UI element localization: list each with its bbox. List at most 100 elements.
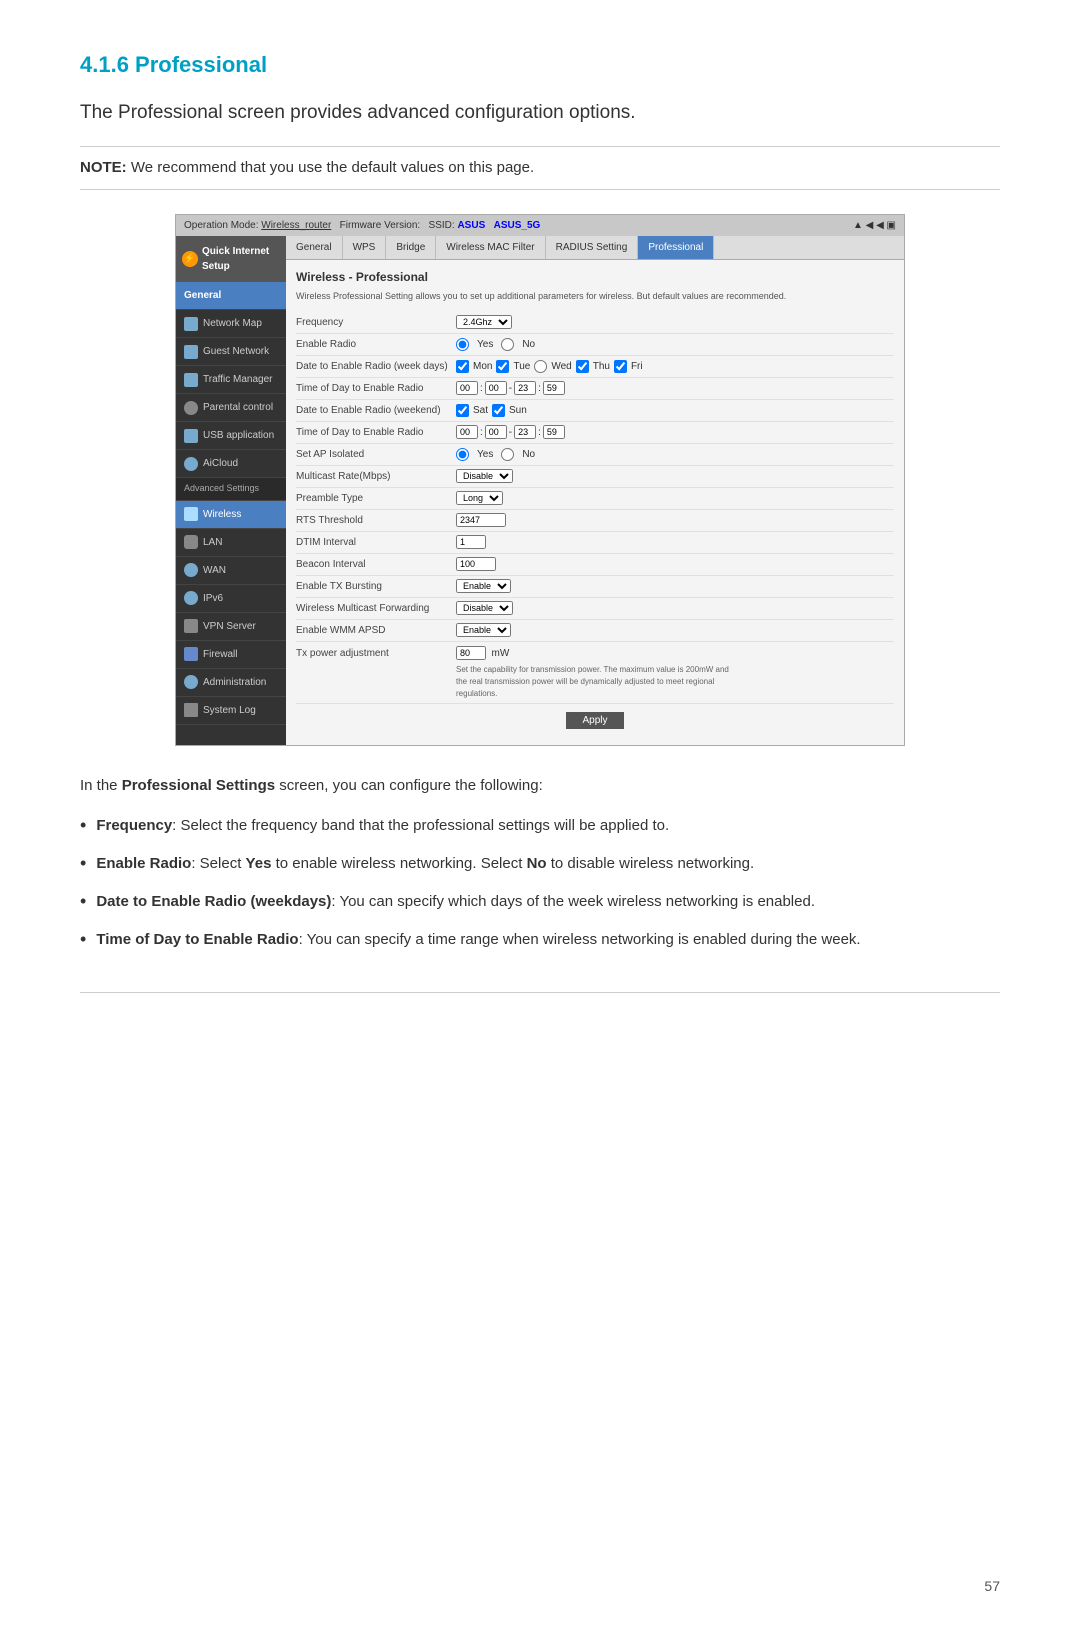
content-desc: Wireless Professional Setting allows you… [296, 290, 894, 304]
label-rts: RTS Threshold [296, 513, 456, 528]
api-yes[interactable] [456, 448, 469, 461]
wknd-start-m[interactable] [485, 425, 507, 439]
sidebar-item-wireless[interactable]: Wireless [176, 501, 286, 529]
list-item-time-of-day: • Time of Day to Enable Radio: You can s… [80, 928, 1000, 952]
cb-tue[interactable] [496, 360, 509, 373]
label-wmf: Wireless Multicast Forwarding [296, 601, 456, 616]
intro-text: The Professional screen provides advance… [80, 99, 1000, 128]
row-enable-radio: Enable Radio Yes No [296, 334, 894, 356]
value-time-weekend: : - : [456, 425, 565, 440]
sidebar-item-aicloud[interactable]: AiCloud [176, 450, 286, 478]
time-end-h[interactable] [514, 381, 536, 395]
bullet-dot-1: • [80, 816, 86, 834]
tab-radius[interactable]: RADIUS Setting [546, 236, 639, 259]
api-no[interactable] [501, 448, 514, 461]
value-tx-bursting[interactable]: Enable [456, 579, 511, 594]
label-dtim: DTIM Interval [296, 535, 456, 550]
beacon-input[interactable] [456, 557, 496, 571]
label-ap-isolated: Set AP Isolated [296, 447, 456, 462]
time-start-h[interactable] [456, 381, 478, 395]
label-weekend: Date to Enable Radio (weekend) [296, 403, 456, 418]
network-map-icon [184, 317, 198, 331]
wmm-select[interactable]: Enable [456, 623, 511, 637]
wmf-select[interactable]: Disable [456, 601, 513, 615]
value-dtim[interactable] [456, 535, 486, 550]
tab-professional[interactable]: Professional [638, 236, 714, 259]
value-preamble[interactable]: Long [456, 491, 503, 506]
value-multicast-rate[interactable]: Disable [456, 469, 513, 484]
sidebar-item-firewall[interactable]: Firewall [176, 641, 286, 669]
topbar-icons: ▲ ◀ ◀ ▣ [853, 218, 896, 233]
rb-wed[interactable] [534, 360, 547, 373]
wknd-end-h[interactable] [514, 425, 536, 439]
value-beacon[interactable] [456, 557, 496, 572]
cb-mon[interactable] [456, 360, 469, 373]
router-topbar: Operation Mode: Wireless_router Firmware… [176, 215, 904, 236]
tx-power-input[interactable] [456, 646, 486, 660]
sidebar-item-wan[interactable]: WAN [176, 557, 286, 585]
tab-wireless-mac-filter[interactable]: Wireless MAC Filter [436, 236, 545, 259]
apply-row: Apply [296, 704, 894, 737]
value-wmm[interactable]: Enable [456, 623, 511, 638]
row-weekdays: Date to Enable Radio (week days) Mon Tue… [296, 356, 894, 378]
frequency-select[interactable]: 2.4Ghz [456, 315, 512, 329]
row-wmf: Wireless Multicast Forwarding Disable [296, 598, 894, 620]
preamble-select[interactable]: Long [456, 491, 503, 505]
quick-setup-icon: ⚡ [182, 251, 198, 267]
apply-button[interactable]: Apply [566, 712, 623, 729]
row-tx-power: Tx power adjustment mW Set the capabilit… [296, 642, 894, 704]
sidebar-item-usb[interactable]: USB application [176, 422, 286, 450]
value-wmf[interactable]: Disable [456, 601, 513, 616]
cb-thu[interactable] [576, 360, 589, 373]
bullet-text-frequency: Frequency: Select the frequency band tha… [96, 814, 1000, 838]
value-weekend: Sat Sun [456, 403, 527, 418]
sidebar-item-network-map[interactable]: Network Map [176, 310, 286, 338]
radio-yes[interactable] [456, 338, 469, 351]
value-rts[interactable] [456, 513, 506, 528]
cb-sat[interactable] [456, 404, 469, 417]
tab-bar: General WPS Bridge Wireless MAC Filter R… [286, 236, 904, 260]
multicast-select[interactable]: Disable [456, 469, 513, 483]
wknd-start-h[interactable] [456, 425, 478, 439]
parental-icon [184, 401, 198, 415]
label-time-week: Time of Day to Enable Radio [296, 381, 456, 396]
value-ap-isolated: Yes No [456, 447, 535, 462]
tx-bursting-select[interactable]: Enable [456, 579, 511, 593]
wknd-end-m[interactable] [543, 425, 565, 439]
label-multicast-rate: Multicast Rate(Mbps) [296, 469, 456, 484]
time-end-m[interactable] [543, 381, 565, 395]
sidebar-item-parental-control[interactable]: Parental control [176, 394, 286, 422]
traffic-icon [184, 373, 198, 387]
bottom-rule [80, 992, 1000, 993]
sidebar-item-syslog[interactable]: System Log [176, 697, 286, 725]
cb-fri[interactable] [614, 360, 627, 373]
content-area: Wireless - Professional Wireless Profess… [286, 260, 904, 745]
sidebar-item-lan[interactable]: LAN [176, 529, 286, 557]
sidebar-item-ipv6[interactable]: IPv6 [176, 585, 286, 613]
label-tx-bursting: Enable TX Bursting [296, 579, 456, 594]
tab-general[interactable]: General [286, 236, 343, 259]
bullet-text-date-weekdays: Date to Enable Radio (weekdays): You can… [96, 890, 1000, 914]
radio-no[interactable] [501, 338, 514, 351]
vpn-icon [184, 619, 198, 633]
tab-wps[interactable]: WPS [343, 236, 387, 259]
wan-icon [184, 563, 198, 577]
dtim-input[interactable] [456, 535, 486, 549]
row-ap-isolated: Set AP Isolated Yes No [296, 444, 894, 466]
tab-bridge[interactable]: Bridge [386, 236, 436, 259]
label-beacon: Beacon Interval [296, 557, 456, 572]
sidebar-item-guest-network[interactable]: Guest Network [176, 338, 286, 366]
rts-input[interactable] [456, 513, 506, 527]
sidebar-item-general[interactable]: General [176, 282, 286, 310]
label-wmm: Enable WMM APSD [296, 623, 456, 638]
sidebar-item-traffic-manager[interactable]: Traffic Manager [176, 366, 286, 394]
row-time-week: Time of Day to Enable Radio : - : [296, 378, 894, 400]
value-frequency[interactable]: 2.4Ghz [456, 315, 512, 330]
sidebar-item-vpn[interactable]: VPN Server [176, 613, 286, 641]
time-start-m[interactable] [485, 381, 507, 395]
row-rts: RTS Threshold [296, 510, 894, 532]
bullet-text-time-of-day: Time of Day to Enable Radio: You can spe… [96, 928, 1000, 952]
value-tx-power: mW Set the capability for transmission p… [456, 646, 736, 700]
cb-sun[interactable] [492, 404, 505, 417]
sidebar-item-admin[interactable]: Administration [176, 669, 286, 697]
